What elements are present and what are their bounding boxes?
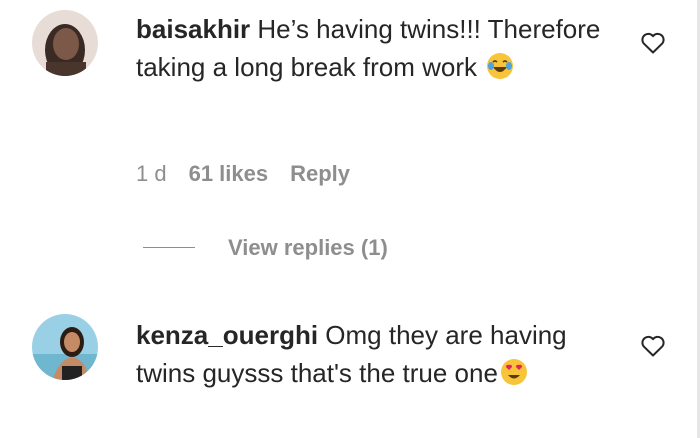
replies-divider	[143, 247, 195, 248]
face-with-tears-of-joy-icon	[486, 52, 514, 80]
comment-meta: 1 d 61 likes Reply	[136, 161, 350, 187]
comment-time: 1 d	[136, 161, 167, 186]
comment-text: baisakhir He’s having twins!!! Therefore…	[136, 10, 616, 86]
view-replies-button[interactable]: View replies (1)	[228, 235, 388, 261]
comment-username[interactable]: kenza_ouerghi	[136, 320, 318, 350]
avatar[interactable]	[32, 10, 98, 76]
like-heart-icon[interactable]	[640, 334, 666, 358]
smiling-face-with-heart-eyes-icon	[500, 358, 528, 386]
comments-panel: baisakhir He’s having twins!!! Therefore…	[0, 0, 700, 438]
reply-button[interactable]: Reply	[290, 161, 350, 187]
comment-likes[interactable]: 61 likes	[189, 161, 269, 187]
avatar[interactable]	[32, 314, 98, 380]
like-heart-icon[interactable]	[640, 31, 666, 55]
comment-text: kenza_ouerghi Omg they are having twins …	[136, 316, 616, 392]
comment-username[interactable]: baisakhir	[136, 14, 250, 44]
